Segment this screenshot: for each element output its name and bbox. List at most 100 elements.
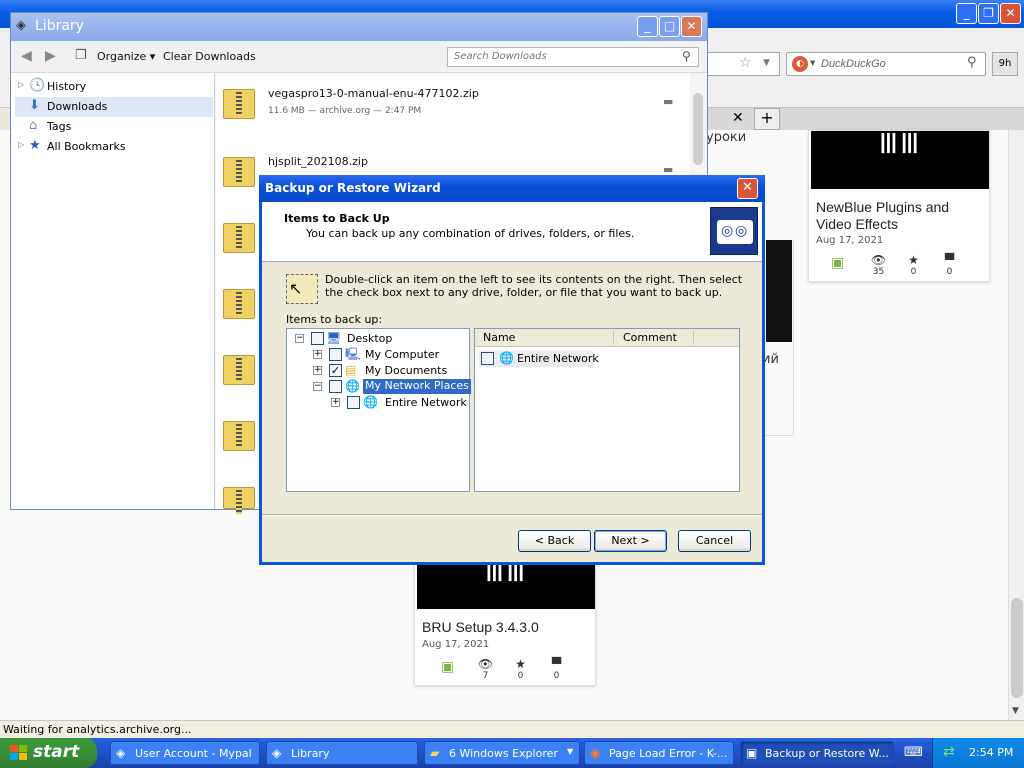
reel-icon: ◎: [721, 223, 734, 239]
clock[interactable]: 2:54 PM: [969, 746, 1013, 759]
expand-icon[interactable]: ▷: [18, 80, 24, 89]
column-divider[interactable]: [613, 331, 614, 345]
card-thumbnail[interactable]: ⅢⅢ: [811, 127, 989, 189]
folder-icon[interactable]: ▬: [663, 95, 673, 108]
collapse-icon[interactable]: −: [295, 334, 304, 343]
globe-icon: 🌐: [499, 351, 514, 365]
folder-icon: ▰: [430, 746, 440, 760]
list-header: Name Comment: [475, 329, 739, 347]
maximize-button[interactable]: □: [659, 16, 680, 37]
downloads-search-input[interactable]: Search Downloads ⚲: [447, 47, 699, 67]
search-icon[interactable]: ⚲: [967, 55, 977, 70]
group-dropdown-icon[interactable]: ▼: [567, 747, 573, 756]
clock-icon: 🕓: [29, 78, 46, 93]
taskbar-item-user-account[interactable]: ◈ User Account - Mypal: [110, 741, 260, 765]
clear-downloads-button[interactable]: Clear Downloads: [163, 50, 256, 63]
expand-icon[interactable]: +: [313, 350, 322, 359]
star-icon: ★: [908, 253, 919, 267]
taskbar-item-page-load-error[interactable]: ◉ Page Load Error - K-...: [584, 741, 734, 765]
restore-button[interactable]: ❐: [978, 3, 999, 24]
close-button[interactable]: ✕: [737, 178, 758, 199]
minimize-button[interactable]: _: [956, 3, 977, 24]
search-icon[interactable]: ⚲: [682, 49, 691, 63]
download-item[interactable]: vegaspro13-0-manual-enu-477102.zip 11.6 …: [216, 85, 690, 141]
sidebar-item-tags[interactable]: ⌂ Tags: [15, 117, 213, 137]
sidebar-item-all-bookmarks[interactable]: ▷ ★ All Bookmarks: [15, 137, 213, 157]
backup-tree[interactable]: − 🖥 Desktop + 🖳 My Computer + ✓ ▤ My Doc…: [286, 328, 471, 492]
favorites-stat: ★ 0: [896, 253, 931, 277]
tape-shape: ◎ ◎: [717, 220, 753, 244]
browser-icon: ◉: [590, 746, 601, 760]
sidebar-item-history[interactable]: ▷ 🕓 History: [15, 77, 213, 97]
desktop-checkbox[interactable]: [311, 332, 324, 345]
sidebar-item-label: Downloads: [47, 100, 108, 113]
taskbar-item-label: Page Load Error - K-...: [609, 747, 728, 760]
page-scrollbar[interactable]: ▼: [1008, 130, 1024, 720]
entire-network-checkbox[interactable]: [347, 396, 360, 409]
dropdown-arrow-icon[interactable]: ▼: [763, 58, 770, 68]
minimize-button[interactable]: _: [637, 16, 658, 37]
web-search-box[interactable]: ◐ ▼ DuckDuckGo ⚲: [786, 52, 986, 76]
keyboard-icon[interactable]: ⌨: [904, 745, 923, 760]
back-button[interactable]: < Back: [518, 530, 591, 552]
card-title[interactable]: BRU Setup 3.4.3.0: [422, 619, 539, 635]
tree-label: My Computer: [365, 348, 440, 361]
url-bar[interactable]: ☆ ▼: [706, 52, 780, 76]
card-date: Aug 17, 2021: [422, 639, 490, 650]
comment-icon: ▀: [551, 657, 562, 671]
expand-icon[interactable]: ▷: [18, 140, 24, 149]
taskbar: start ◈ User Account - Mypal ◈ Library ▰…: [0, 738, 1024, 768]
scrollbar-thumb[interactable]: [1011, 598, 1023, 698]
forward-arrow-icon[interactable]: ▶: [45, 48, 56, 64]
expand-icon[interactable]: +: [313, 366, 322, 375]
wizard-title-bar[interactable]: Backup or Restore Wizard ✕: [259, 175, 765, 202]
expand-icon[interactable]: +: [331, 398, 340, 407]
extension-button[interactable]: 9h: [992, 52, 1018, 76]
start-button[interactable]: start: [0, 738, 97, 768]
item-card[interactable]: ⅢⅢ NewBlue Plugins and Video Effects Aug…: [808, 127, 990, 282]
scrollbar-thumb[interactable]: [693, 93, 703, 165]
save-icon: ▣: [831, 255, 845, 271]
organize-icon[interactable]: ❐: [75, 48, 87, 63]
backup-contents-list[interactable]: Name Comment 🌐 Entire Network: [474, 328, 740, 492]
network-icon[interactable]: ⇄: [943, 744, 955, 760]
taskbar-item-backup-wizard[interactable]: ▣ Backup or Restore W...: [740, 741, 894, 765]
entire-network-checkbox[interactable]: [481, 352, 494, 365]
column-header-comment[interactable]: Comment: [623, 331, 677, 344]
scroll-down-icon[interactable]: ▼: [1012, 706, 1019, 716]
close-button[interactable]: ✕: [681, 16, 702, 37]
my-network-places-checkbox[interactable]: [329, 380, 342, 393]
library-title: Library: [35, 18, 84, 34]
back-arrow-icon[interactable]: ◀: [21, 48, 32, 64]
next-button[interactable]: Next >: [594, 530, 667, 552]
item-card[interactable]: ⅢⅢ BRU Setup 3.4.3.0 Aug 17, 2021 ▣ 👁 7 ★…: [414, 555, 596, 686]
column-header-name[interactable]: Name: [483, 331, 515, 344]
taskbar-item-windows-explorer[interactable]: ▰ 6 Windows Explorer ▼: [424, 741, 580, 765]
list-item-label: Entire Network: [517, 352, 599, 365]
sidebar-item-downloads[interactable]: ⬇ Downloads: [15, 97, 213, 117]
library-sidebar: ▷ 🕓 History ⬇ Downloads ⌂ Tags ▷ ★ All B…: [11, 73, 215, 509]
my-documents-checkbox[interactable]: ✓: [329, 364, 342, 377]
duckduckgo-icon[interactable]: ◐: [792, 56, 808, 72]
tree-label: Entire Network: [385, 396, 467, 409]
backup-wizard-dialog[interactable]: Backup or Restore Wizard ✕ Items to Back…: [259, 175, 765, 565]
save-icon: ▣: [441, 659, 455, 675]
library-title-bar[interactable]: ◈ Library _ □ ✕: [11, 13, 707, 41]
card-thumbnail[interactable]: ⅢⅢ: [417, 555, 595, 609]
star-icon: ★: [29, 138, 41, 153]
sidebar-item-label: All Bookmarks: [47, 140, 126, 153]
tab-close-icon[interactable]: ✕: [732, 110, 744, 126]
column-divider[interactable]: [693, 331, 694, 345]
close-button[interactable]: ✕: [1000, 3, 1021, 24]
cancel-button[interactable]: Cancel: [678, 530, 751, 552]
new-tab-button[interactable]: +: [754, 108, 780, 130]
chevron-down-icon[interactable]: ▼: [810, 59, 815, 67]
bookmark-star-icon[interactable]: ☆: [739, 55, 752, 71]
collapse-icon[interactable]: −: [313, 382, 322, 391]
organize-menu[interactable]: Organize ▾: [97, 50, 155, 63]
taskbar-item-library[interactable]: ◈ Library: [266, 741, 418, 765]
card-title[interactable]: NewBlue Plugins and Video Effects: [816, 199, 986, 233]
list-item[interactable]: 🌐 Entire Network: [479, 351, 599, 367]
my-computer-checkbox[interactable]: [329, 348, 342, 361]
eye-icon: 👁: [477, 657, 494, 671]
